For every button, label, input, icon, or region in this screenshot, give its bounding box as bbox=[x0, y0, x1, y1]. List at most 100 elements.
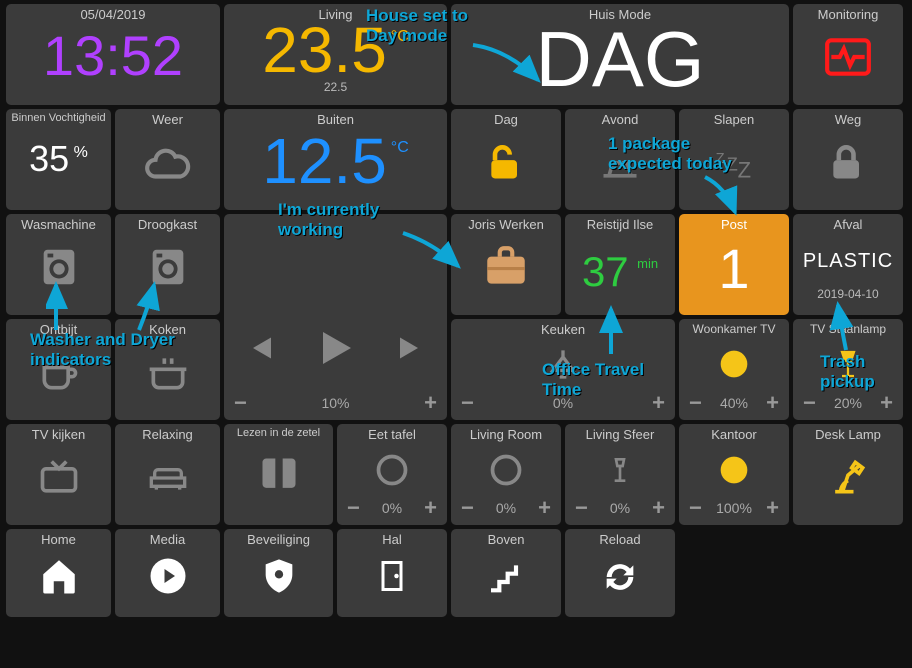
dim-up[interactable]: + bbox=[424, 495, 437, 521]
tile-kantoor[interactable]: Kantoor −100% + bbox=[679, 424, 789, 525]
tile-lezen[interactable]: Lezen in de zetel bbox=[224, 424, 333, 525]
tile-desklamp[interactable]: Desk Lamp bbox=[793, 424, 903, 525]
washer-icon bbox=[36, 242, 82, 292]
lock-icon bbox=[826, 137, 870, 187]
cloud-icon bbox=[138, 139, 198, 189]
tile-droogkast[interactable]: Droogkast bbox=[115, 214, 220, 315]
reistijd-value: 37 bbox=[582, 248, 629, 295]
play-icon[interactable] bbox=[311, 324, 359, 372]
nav-home[interactable]: Home bbox=[6, 529, 111, 617]
tile-post[interactable]: Post 1 bbox=[679, 214, 789, 315]
tile-staanlamp[interactable]: TV Staanlamp − 20% + bbox=[793, 319, 903, 420]
dim-down[interactable]: − bbox=[689, 390, 702, 416]
tile-living-temp[interactable]: Living 23.5 °C 22.5 bbox=[224, 4, 447, 105]
dag-label: Dag bbox=[451, 109, 561, 127]
dim-down[interactable]: − bbox=[803, 390, 816, 416]
evening-icon bbox=[598, 141, 642, 185]
afval-date: 2019-04-10 bbox=[793, 287, 903, 301]
bulb-on-icon bbox=[714, 344, 754, 384]
tile-livingroom[interactable]: Living Room −0%+ bbox=[451, 424, 561, 525]
dim-up[interactable]: + bbox=[538, 495, 551, 521]
eettafel-pct: 0% bbox=[382, 500, 402, 516]
tile-relaxing[interactable]: Relaxing bbox=[115, 424, 220, 525]
vol-down[interactable]: − bbox=[234, 390, 247, 416]
huis-mode-value: DAG bbox=[451, 20, 789, 98]
svg-text:Z: Z bbox=[716, 151, 725, 167]
vol-up[interactable]: + bbox=[424, 390, 437, 416]
prev-icon[interactable] bbox=[241, 330, 277, 366]
desklamp-label: Desk Lamp bbox=[793, 424, 903, 442]
light-off-icon bbox=[374, 452, 410, 488]
date-label: 05/04/2019 bbox=[6, 4, 220, 22]
dim-down[interactable]: − bbox=[461, 390, 474, 416]
tile-tvkijken[interactable]: TV kijken bbox=[6, 424, 111, 525]
dim-down[interactable]: − bbox=[689, 495, 702, 521]
light-off-icon bbox=[488, 452, 524, 488]
tile-koken[interactable]: Koken bbox=[115, 319, 220, 420]
post-label: Post bbox=[679, 214, 789, 232]
dim-up[interactable]: + bbox=[766, 390, 779, 416]
tile-eettafel[interactable]: Eet tafel −0%+ bbox=[337, 424, 447, 525]
tile-reistijd[interactable]: Reistijd Ilse 37 min bbox=[565, 214, 675, 315]
svg-text:Z: Z bbox=[738, 158, 751, 183]
floor-lamp-icon bbox=[830, 344, 866, 384]
tile-weather[interactable]: Weer bbox=[115, 109, 220, 210]
nav-hal-label: Hal bbox=[337, 529, 447, 547]
kantoor-label: Kantoor bbox=[679, 424, 789, 442]
nav-beveiliging[interactable]: Beveiliging bbox=[224, 529, 333, 617]
tv-icon bbox=[37, 456, 81, 500]
tile-humidity[interactable]: Binnen Vochtigheid 35 % bbox=[6, 109, 111, 210]
sleep-icon: ZZZ bbox=[712, 141, 756, 185]
droogkast-label: Droogkast bbox=[115, 214, 220, 232]
home-icon bbox=[38, 555, 80, 597]
afval-label: Afval bbox=[793, 214, 903, 232]
tile-livingsfeer[interactable]: Living Sfeer −0%+ bbox=[565, 424, 675, 525]
next-icon[interactable] bbox=[394, 330, 430, 366]
nav-hal[interactable]: Hal bbox=[337, 529, 447, 617]
woonkamer-label: Woonkamer TV bbox=[679, 319, 789, 336]
nav-home-label: Home bbox=[6, 529, 111, 547]
celsius-icon: °C bbox=[391, 28, 409, 46]
reistijd-unit: min bbox=[637, 256, 658, 271]
avond-label: Avond bbox=[565, 109, 675, 127]
livingroom-pct: 0% bbox=[496, 500, 516, 516]
dim-down[interactable]: − bbox=[575, 495, 588, 521]
dim-down[interactable]: − bbox=[461, 495, 474, 521]
tile-afval[interactable]: Afval PLASTIC 2019-04-10 bbox=[793, 214, 903, 315]
tile-mode-dag[interactable]: Dag bbox=[451, 109, 561, 210]
tile-wasmachine[interactable]: Wasmachine bbox=[6, 214, 111, 315]
dim-up[interactable]: + bbox=[880, 390, 893, 416]
tile-mode-avond[interactable]: Avond bbox=[565, 109, 675, 210]
tile-ontbijt[interactable]: Ontbijt bbox=[6, 319, 111, 420]
tile-huis-mode[interactable]: Huis Mode DAG bbox=[451, 4, 789, 105]
nav-media[interactable]: Media bbox=[115, 529, 220, 617]
reistijd-label: Reistijd Ilse bbox=[565, 214, 675, 232]
tile-clock[interactable]: 05/04/2019 13:52 bbox=[6, 4, 220, 105]
tile-joris[interactable]: Joris Werken bbox=[451, 214, 561, 315]
tile-monitoring[interactable]: Monitoring bbox=[793, 4, 903, 105]
clock-value: 13:52 bbox=[6, 28, 220, 84]
nav-reload[interactable]: Reload bbox=[565, 529, 675, 617]
woonkamer-pct: 40% bbox=[720, 395, 748, 411]
play-circle-icon bbox=[147, 555, 189, 597]
koken-label: Koken bbox=[115, 319, 220, 337]
weather-label: Weer bbox=[115, 109, 220, 127]
tile-mode-slapen[interactable]: Slapen ZZZ bbox=[679, 109, 789, 210]
kantoor-pct: 100% bbox=[716, 500, 752, 516]
tile-media-player[interactable]: − 10% + bbox=[224, 214, 447, 420]
dim-down[interactable]: − bbox=[347, 495, 360, 521]
afval-type: PLASTIC bbox=[793, 250, 903, 273]
staanlamp-label: TV Staanlamp bbox=[793, 319, 903, 336]
dim-up[interactable]: + bbox=[766, 495, 779, 521]
door-icon bbox=[374, 555, 410, 597]
tvkijken-label: TV kijken bbox=[6, 424, 111, 442]
dim-up[interactable]: + bbox=[652, 495, 665, 521]
dim-up[interactable]: + bbox=[652, 390, 665, 416]
keuken-pct: 0% bbox=[553, 395, 573, 411]
nav-boven[interactable]: Boven bbox=[451, 529, 561, 617]
tile-keuken[interactable]: Keuken − 0% + bbox=[451, 319, 675, 420]
weg-label: Weg bbox=[793, 109, 903, 127]
tile-outside[interactable]: Buiten 12.5 °C bbox=[224, 109, 447, 210]
tile-woonkamer-tv[interactable]: Woonkamer TV − 40% + bbox=[679, 319, 789, 420]
tile-mode-weg[interactable]: Weg bbox=[793, 109, 903, 210]
